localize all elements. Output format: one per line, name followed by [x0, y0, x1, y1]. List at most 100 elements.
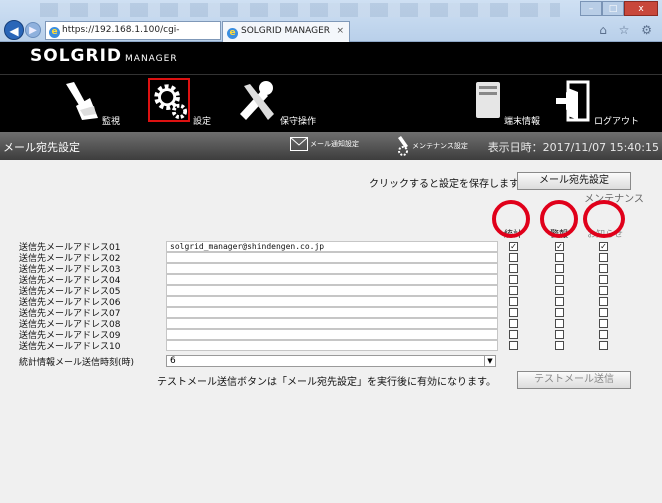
nav-settings-label: 設定 — [193, 117, 212, 127]
maintenance-checkbox[interactable] — [599, 264, 608, 273]
window-controls: – □ x — [580, 1, 658, 17]
email-field[interactable] — [166, 274, 498, 285]
address-text: https://192.168.1.100/cgi- — [62, 25, 180, 35]
nav-settings[interactable]: 設定 — [148, 75, 228, 132]
email-field[interactable] — [166, 296, 498, 307]
stats-checkbox[interactable]: ✓ — [509, 242, 518, 251]
nav-terminal-info-label: 端末情報 — [504, 117, 541, 127]
nav-logout[interactable]: ログアウト — [556, 75, 656, 132]
email-field[interactable] — [166, 340, 498, 351]
close-window-button[interactable]: x — [624, 1, 658, 16]
alarm-checkbox[interactable] — [555, 341, 564, 350]
maintenance-checkbox[interactable]: ✓ — [599, 242, 608, 251]
email-field[interactable]: solgrid_manager@shindengen.co.jp — [166, 241, 498, 252]
alarm-checkbox[interactable] — [555, 297, 564, 306]
logo-main: SOLGRID — [30, 46, 123, 66]
mail-settings-link[interactable]: メール通知設定 — [290, 137, 359, 151]
alarm-checkbox[interactable] — [555, 308, 564, 317]
menu-strip — [40, 3, 560, 17]
title-bar: メール宛先設定 メール通知設定 メンテナンス設定 表示日時：2017/11/07… — [0, 132, 662, 160]
forward-arrow-icon: ▶ — [29, 25, 37, 36]
nav-maintenance[interactable]: 保守操作 — [236, 75, 356, 132]
alarm-checkbox[interactable] — [555, 264, 564, 273]
stats-checkbox[interactable] — [509, 264, 518, 273]
schedule-label: 統計情報メール送信時刻(時) — [19, 358, 135, 368]
address-bar[interactable]: e https://192.168.1.100/cgi- — [45, 21, 221, 40]
wrench-gear-icon — [398, 136, 408, 156]
nav-bar: 監視 設定 保守操作 端末情報 ログアウト — [0, 75, 662, 132]
maintenance-checkbox[interactable] — [599, 341, 608, 350]
app-header: SOLGRID MANAGER 監視 設定 保守操作 端末情報 ログアウト メー… — [0, 42, 662, 160]
back-button[interactable]: ◀ — [4, 20, 24, 40]
chevron-down-icon: ▼ — [484, 356, 495, 366]
alarm-checkbox[interactable] — [555, 286, 564, 295]
test-mail-button[interactable]: テストメール送信 — [517, 371, 631, 389]
forward-button[interactable]: ▶ — [25, 22, 41, 38]
stats-checkbox[interactable] — [509, 341, 518, 350]
stats-checkbox[interactable] — [509, 253, 518, 262]
mail-destination-form: クリックすると設定を保存します。 メール宛先設定 統計 警報 メンテナンス お知… — [0, 172, 662, 503]
logo-sub: MANAGER — [125, 54, 178, 64]
test-mail-note: テストメール送信ボタンは「メール宛先設定」を実行後に有効になります。 — [157, 377, 496, 388]
email-field[interactable] — [166, 285, 498, 296]
terminal-icon — [476, 82, 500, 118]
alarm-checkbox[interactable] — [555, 253, 564, 262]
page-title: メール宛先設定 — [3, 141, 80, 154]
nav-monitor-label: 監視 — [102, 117, 121, 127]
email-field[interactable] — [166, 252, 498, 263]
nav-logout-label: ログアウト — [594, 117, 640, 127]
ie-tab-icon: e — [227, 28, 238, 39]
maintenance-checkbox[interactable] — [599, 253, 608, 262]
maintenance-settings-label: メンテナンス設定 — [412, 142, 468, 150]
display-datetime: 表示日時：2017/11/07 15:40:15 — [487, 141, 659, 154]
tab-title: SOLGRID MANAGER — [241, 26, 331, 36]
maintenance-checkbox[interactable] — [599, 275, 608, 284]
maintenance-checkbox[interactable] — [599, 319, 608, 328]
address-label: 送信先メールアドレス10 — [19, 342, 121, 352]
stats-checkbox[interactable] — [509, 297, 518, 306]
ie-icon: e — [49, 27, 60, 38]
settings-selection-frame — [148, 78, 190, 122]
email-field[interactable] — [166, 307, 498, 318]
email-field[interactable] — [166, 263, 498, 274]
stats-checkbox[interactable] — [509, 319, 518, 328]
maintenance-checkbox[interactable] — [599, 286, 608, 295]
nav-monitor[interactable]: 監視 — [58, 75, 148, 132]
nav-maintenance-label: 保守操作 — [280, 117, 317, 127]
alarm-checkbox[interactable] — [555, 330, 564, 339]
maximize-button[interactable]: □ — [602, 1, 624, 16]
maintenance-settings-link[interactable]: メンテナンス設定 — [396, 136, 468, 156]
tools-icon — [240, 81, 274, 120]
schedule-hour-select[interactable]: 6 ▼ — [166, 355, 496, 367]
alarm-checkbox[interactable] — [555, 275, 564, 284]
broom-icon — [66, 82, 98, 120]
envelope-icon — [290, 137, 308, 151]
stats-checkbox[interactable] — [509, 275, 518, 284]
maintenance-checkbox[interactable] — [599, 308, 608, 317]
nav-terminal-info[interactable]: 端末情報 — [474, 75, 554, 132]
maintenance-checkbox[interactable] — [599, 297, 608, 306]
toolbar-icons[interactable]: ⌂ ☆ ⚙ — [599, 23, 656, 37]
alarm-checkbox[interactable] — [555, 319, 564, 328]
stats-checkbox[interactable] — [509, 330, 518, 339]
save-hint: クリックすると設定を保存します。 — [369, 179, 528, 190]
schedule-value: 6 — [170, 356, 176, 366]
stats-checkbox[interactable] — [509, 308, 518, 317]
logo-bar: SOLGRID MANAGER — [0, 42, 662, 75]
gear-icon — [154, 84, 188, 119]
stats-checkbox[interactable] — [509, 286, 518, 295]
alarm-checkbox[interactable]: ✓ — [555, 242, 564, 251]
email-field[interactable] — [166, 318, 498, 329]
back-arrow-icon: ◀ — [9, 24, 19, 38]
email-field[interactable] — [166, 329, 498, 340]
maintenance-checkbox[interactable] — [599, 330, 608, 339]
logout-icon — [556, 80, 590, 122]
highlight-circle-alarm — [540, 200, 578, 238]
browser-chrome: ◀ ▶ e https://192.168.1.100/cgi- e SOLGRID… — [0, 0, 662, 42]
minimize-button[interactable]: – — [580, 1, 602, 16]
mail-settings-label: メール通知設定 — [310, 140, 359, 148]
highlight-circle-stats — [492, 200, 530, 238]
tab-close-icon[interactable]: × — [336, 22, 344, 41]
save-mail-destination-button[interactable]: メール宛先設定 — [517, 172, 631, 190]
browser-tab[interactable]: e SOLGRID MANAGER × — [222, 21, 350, 42]
